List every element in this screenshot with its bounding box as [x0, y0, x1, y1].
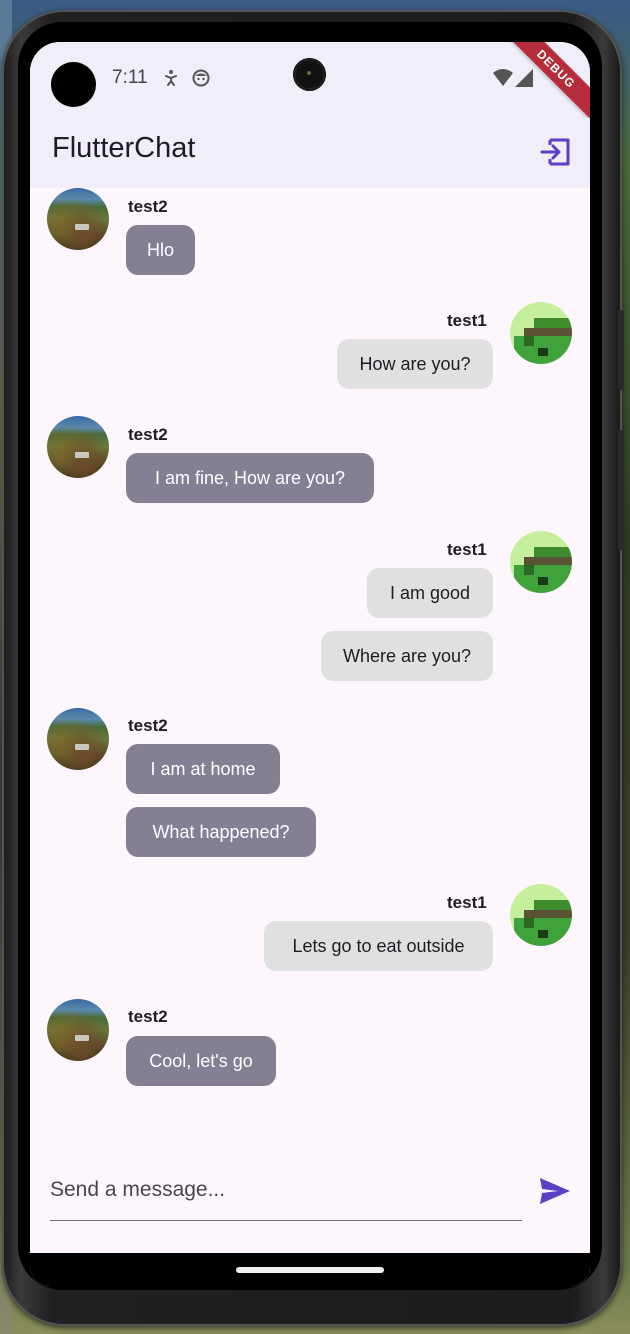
avatar-test2	[47, 999, 109, 1061]
avatar-test1	[510, 302, 572, 364]
message-bubble: Lets go to eat outside	[264, 921, 493, 971]
message-composer	[30, 1138, 590, 1253]
app-bar: FlutterChat	[30, 118, 590, 188]
wifi-icon	[493, 69, 513, 86]
message-username: test2	[128, 1007, 168, 1026]
message-bubble: I am good	[367, 568, 493, 618]
home-indicator[interactable]	[236, 1267, 384, 1273]
logout-icon[interactable]	[538, 134, 574, 170]
avatar-test1	[510, 531, 572, 593]
message-username: test1	[447, 540, 487, 559]
message-bubble: I am fine, How are you?	[126, 453, 374, 503]
message-username: test2	[128, 716, 168, 735]
power-button	[618, 310, 624, 390]
message-username: test1	[447, 311, 487, 330]
system-nav-bar	[30, 1253, 590, 1286]
screen-record-indicator	[51, 62, 96, 107]
message-username: test2	[128, 197, 168, 216]
message-username: test1	[447, 893, 487, 912]
message-username: test2	[128, 425, 168, 444]
avatar-test2	[47, 708, 109, 770]
message-bubble: I am at home	[126, 744, 280, 794]
accessibility-icon	[165, 70, 177, 86]
message-bubble: Where are you?	[321, 631, 493, 681]
phone-screen: 7:11 DEBUG FlutterChat test2 Hlo test1 H…	[30, 42, 590, 1286]
front-camera	[293, 58, 326, 91]
avatar-test1	[510, 884, 572, 946]
status-time: 7:11	[112, 67, 148, 88]
message-bubble: Cool, let's go	[126, 1036, 276, 1086]
signal-icon	[515, 69, 533, 87]
chat-message-list[interactable]: test2 Hlo test1 How are you? test2 I am …	[30, 188, 590, 1138]
message-input[interactable]	[50, 1160, 522, 1221]
app-title: FlutterChat	[52, 132, 196, 164]
face-icon	[192, 69, 210, 87]
message-bubble: What happened?	[126, 807, 316, 857]
avatar-test2	[47, 188, 109, 250]
volume-button	[618, 430, 624, 550]
status-bar: 7:11 DEBUG	[30, 42, 590, 134]
message-bubble: Hlo	[126, 225, 195, 275]
avatar-test2	[47, 416, 109, 478]
message-bubble: How are you?	[337, 339, 493, 389]
send-icon[interactable]	[538, 1174, 572, 1208]
